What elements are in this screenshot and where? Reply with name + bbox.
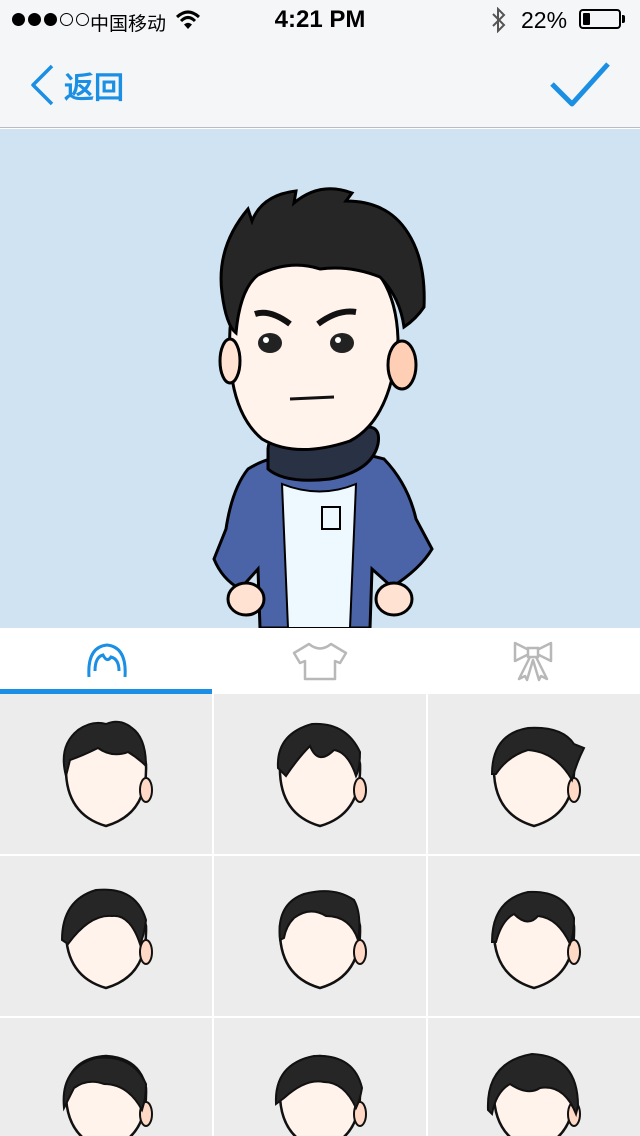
hairstyle-option[interactable] bbox=[214, 856, 426, 1016]
avatar-illustration bbox=[212, 187, 434, 628]
chevron-left-icon bbox=[31, 64, 54, 106]
hairstyle-grid bbox=[0, 694, 640, 1136]
bow-icon bbox=[513, 641, 552, 682]
tab-hair[interactable] bbox=[0, 628, 213, 694]
hairstyle-option[interactable] bbox=[214, 1018, 426, 1136]
hairstyle-icon bbox=[276, 722, 367, 828]
hairstyle-option[interactable] bbox=[0, 1018, 212, 1136]
hairstyle-option[interactable] bbox=[0, 694, 212, 854]
hair-icon bbox=[86, 643, 127, 678]
back-label: 返回 bbox=[64, 72, 124, 105]
back-button[interactable]: 返回 bbox=[28, 62, 124, 108]
bluetooth-icon bbox=[492, 7, 506, 33]
hairstyle-option[interactable] bbox=[428, 694, 640, 854]
tab-clothing[interactable] bbox=[213, 628, 426, 694]
hairstyle-option[interactable] bbox=[214, 694, 426, 854]
hairstyle-icon bbox=[490, 890, 581, 990]
status-bar: 中国移动 4:21 PM 22% bbox=[0, 0, 640, 40]
category-tab-bar bbox=[0, 628, 640, 694]
hairstyle-icon bbox=[486, 1052, 581, 1136]
hairstyle-option[interactable] bbox=[428, 1018, 640, 1136]
hairstyle-icon bbox=[490, 726, 586, 828]
hairstyle-icon bbox=[62, 720, 153, 828]
checkmark-icon[interactable] bbox=[548, 58, 612, 112]
hairstyle-icon bbox=[274, 1054, 367, 1136]
avatar-preview bbox=[0, 129, 640, 628]
hairstyle-icon bbox=[278, 890, 367, 990]
battery-percentage: 22% bbox=[521, 7, 568, 33]
tshirt-icon bbox=[292, 642, 347, 681]
hairstyle-icon bbox=[62, 1054, 153, 1136]
battery-icon bbox=[579, 9, 621, 29]
navigation-bar: 返回 bbox=[0, 40, 640, 128]
hairstyle-option[interactable] bbox=[0, 856, 212, 1016]
hairstyle-icon bbox=[60, 888, 153, 990]
tab-accessories[interactable] bbox=[426, 628, 639, 694]
hairstyle-option[interactable] bbox=[428, 856, 640, 1016]
